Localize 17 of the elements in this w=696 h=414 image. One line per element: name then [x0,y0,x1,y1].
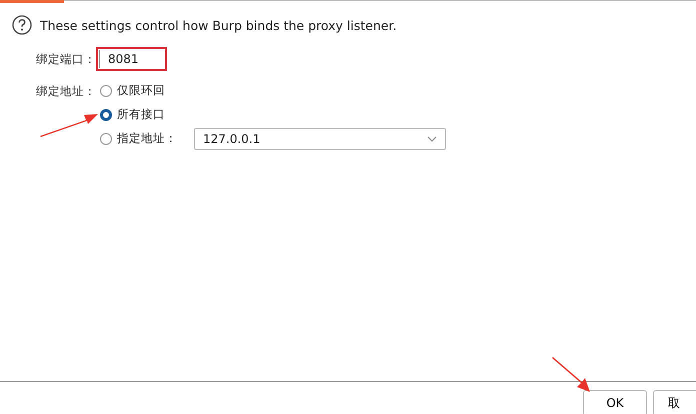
arrow [40,114,98,137]
radio-label[interactable]: 所有接口 [117,107,165,122]
help-icon [12,15,32,35]
radio-button[interactable] [100,84,112,96]
help-text: These settings control how Burp binds the proxy listener. [40,18,397,32]
tab-indicator [0,0,64,3]
arrow [552,357,590,392]
radio-button[interactable] [100,108,112,120]
radio-label[interactable]: 仅限环回 [117,83,165,98]
radio-label[interactable]: 指定地址： [117,131,177,146]
radio-button[interactable] [100,132,112,144]
port-label: 绑定端口： [36,52,96,66]
address-label: 绑定地址： [36,83,97,99]
dialog-button[interactable]: OK [583,390,647,414]
address-dropdown[interactable]: 127.0.0.1 [194,128,446,150]
dialog-button[interactable]: 取 [653,390,696,414]
chevron-down-icon [427,136,437,142]
